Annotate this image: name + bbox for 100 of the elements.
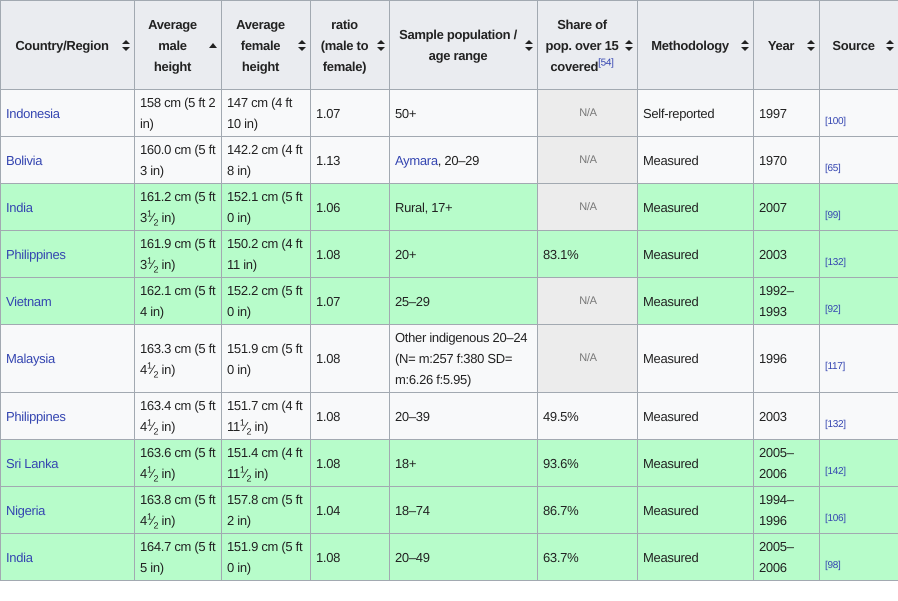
table-cell: 20–49 xyxy=(395,550,430,564)
table-cell: 83.1% xyxy=(543,246,578,262)
table-cell: 18+ xyxy=(395,456,416,470)
table-cell: Self-reported xyxy=(643,106,714,120)
not-available-cell: N/A xyxy=(538,278,638,324)
table-cell: 147 cm (4 ft 10 in) xyxy=(227,95,292,131)
country-link[interactable]: Philippines xyxy=(6,408,66,424)
table-cell: 151.7 cm (4 ft 11$^{1}$⁄$_{2}$ in) xyxy=(227,398,302,434)
table-cell: 1.08 xyxy=(316,456,340,470)
text-link[interactable]: Aymara xyxy=(395,152,438,168)
table-cell: 2003 xyxy=(759,246,787,262)
table-cell: 20+ xyxy=(395,246,416,262)
table-cell: 20–39 xyxy=(395,408,430,424)
table-cell: 63.7% xyxy=(543,550,578,564)
country-link[interactable]: Bolivia xyxy=(6,152,42,168)
table-cell: 1.08 xyxy=(316,351,340,366)
country-link[interactable]: India xyxy=(6,200,33,214)
table-cell: 50+ xyxy=(395,106,416,120)
table-cell: 2005–2006 xyxy=(759,539,794,575)
table-cell: Measured xyxy=(643,294,698,308)
table-cell: 164.7 cm (5 ft 5 in) xyxy=(140,539,216,575)
column-header[interactable]: Methodology xyxy=(643,34,737,56)
reference-link[interactable]: [99] xyxy=(825,210,840,220)
column-header[interactable]: Country/Region xyxy=(6,34,118,56)
sort-icon[interactable] xyxy=(525,40,533,50)
sort-icon[interactable] xyxy=(741,40,749,50)
table-cell: 1.08 xyxy=(316,408,340,424)
table-cell: 1996 xyxy=(759,351,787,366)
table-cell: 151.9 cm (5 ft 0 in) xyxy=(227,340,302,376)
table-cell: 1997 xyxy=(759,106,787,120)
country-link[interactable]: India xyxy=(6,550,33,564)
country-link[interactable]: Philippines xyxy=(6,246,66,262)
table-cell: 152.2 cm (5 ft 0 in) xyxy=(227,283,302,319)
table-cell: Measured xyxy=(643,200,698,214)
table-cell: 151.9 cm (5 ft 0 in) xyxy=(227,539,302,575)
table-cell: 163.3 cm (5 ft 4$^{1}$⁄$_{2}$ in) xyxy=(140,340,216,376)
reference-link[interactable]: [106] xyxy=(825,512,846,524)
reference-link[interactable]: [132] xyxy=(825,418,846,430)
table-cell: 162.1 cm (5 ft 4 in) xyxy=(140,283,216,319)
table-cell: Rural, 17+ xyxy=(395,200,452,214)
table-cell: 2005–2006 xyxy=(759,445,794,481)
reference-link[interactable]: [142] xyxy=(825,466,846,476)
country-link[interactable]: Nigeria xyxy=(6,502,46,518)
sort-icon[interactable] xyxy=(625,40,633,50)
sort-icon[interactable] xyxy=(807,40,815,50)
sort-icon[interactable] xyxy=(298,40,306,50)
country-link[interactable]: Vietnam xyxy=(6,294,52,308)
table-cell: , 20–29 xyxy=(438,152,480,168)
table-cell: 1.08 xyxy=(316,246,340,262)
table-cell: 1992–1993 xyxy=(759,283,794,319)
table-cell: Measured xyxy=(643,246,698,262)
table-cell: 2003 xyxy=(759,408,787,424)
reference-link[interactable]: [98] xyxy=(825,560,840,570)
table-cell: 1.04 xyxy=(316,502,340,518)
country-link[interactable]: Indonesia xyxy=(6,106,60,120)
table-cell: 163.6 cm (5 ft 4$^{1}$⁄$_{2}$ in) xyxy=(140,445,216,481)
table-cell: 160.0 cm (5 ft 3 in) xyxy=(140,142,216,178)
table-cell: Measured xyxy=(643,456,698,470)
not-available-cell: N/A xyxy=(538,136,638,184)
table-cell: Measured xyxy=(643,550,698,564)
table-cell: 142.2 cm (4 ft 8 in) xyxy=(227,142,302,178)
table-cell: 93.6% xyxy=(543,456,578,470)
table-cell: 152.1 cm (5 ft 0 in) xyxy=(227,189,302,225)
reference-link[interactable]: [65] xyxy=(825,162,840,174)
table-cell: 2007 xyxy=(759,200,787,214)
table-cell: 1.08 xyxy=(316,550,340,564)
sort-icon[interactable] xyxy=(122,40,130,50)
table-cell: 163.4 cm (5 ft 4$^{1}$⁄$_{2}$ in) xyxy=(140,398,216,434)
table-cell: 86.7% xyxy=(543,502,578,518)
table-cell: 1994–1996 xyxy=(759,492,794,528)
column-header[interactable]: Source xyxy=(825,34,882,56)
table-cell: 157.8 cm (5 ft 2 in) xyxy=(227,492,302,528)
sort-icon[interactable] xyxy=(377,40,385,50)
table-cell: Other indigenous 20–24 (N= m:257 f:380 SD= m:6.26 f:5.95) xyxy=(395,330,528,387)
sort-icon[interactable] xyxy=(886,40,894,50)
table-cell: 151.4 cm (4 ft 11$^{1}$⁄$_{2}$ in) xyxy=(227,445,302,481)
not-available-cell: N/A xyxy=(538,324,638,392)
table-cell: 1970 xyxy=(759,152,787,168)
country-link[interactable]: Sri Lanka xyxy=(6,456,58,470)
table-cell: 49.5% xyxy=(543,408,578,424)
table-cell: 163.8 cm (5 ft 4$^{1}$⁄$_{2}$ in) xyxy=(140,492,216,528)
reference-link[interactable]: [100] xyxy=(825,116,846,126)
table-cell: 1.13 xyxy=(316,152,340,168)
reference-link[interactable]: [92] xyxy=(825,304,840,314)
sort-ascending-icon[interactable] xyxy=(209,42,217,48)
table-cell: Measured xyxy=(643,502,698,518)
table-cell: Measured xyxy=(643,152,698,168)
table-cell: 161.2 cm (5 ft 3$^{1}$⁄$_{2}$ in) xyxy=(140,189,216,225)
table-cell: 18–74 xyxy=(395,502,430,518)
table-cell: 158 cm (5 ft 2 in) xyxy=(140,95,216,131)
table-cell: 161.9 cm (5 ft 3$^{1}$⁄$_{2}$ in) xyxy=(140,236,216,272)
table-cell: 25–29 xyxy=(395,294,430,308)
reference-link[interactable]: [117] xyxy=(825,361,845,372)
table-cell: 150.2 cm (4 ft 11 in) xyxy=(227,236,302,272)
table-cell: 1.07 xyxy=(316,106,340,120)
country-link[interactable]: Malaysia xyxy=(6,351,55,366)
not-available-cell: N/A xyxy=(538,90,638,136)
column-header[interactable]: Year xyxy=(759,34,803,56)
reference-link[interactable]: [132] xyxy=(825,256,846,268)
not-available-cell: N/A xyxy=(538,184,638,230)
